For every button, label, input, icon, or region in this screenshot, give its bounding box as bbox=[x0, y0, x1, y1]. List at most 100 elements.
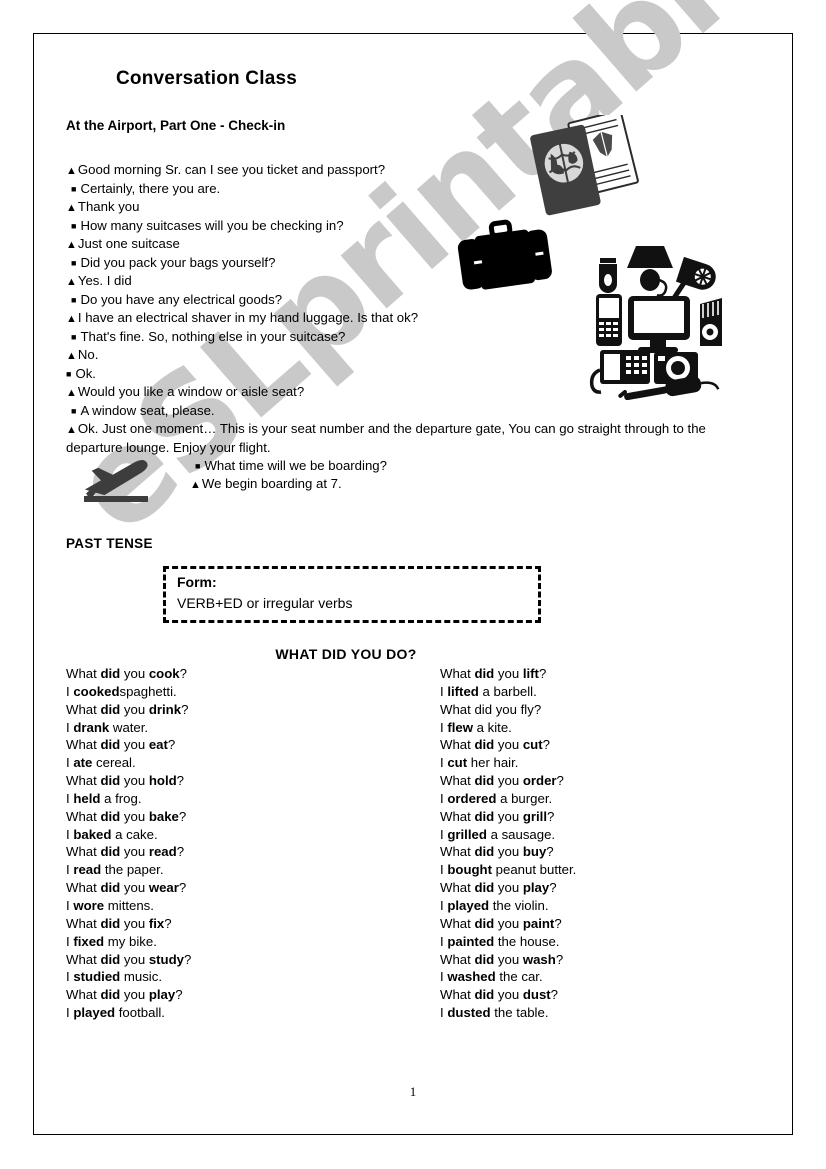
verb-emphasis: buy bbox=[522, 844, 547, 860]
airplane-takeoff-clipart bbox=[72, 450, 172, 505]
dialogue-line: ■ Certainly, there you are. bbox=[66, 180, 736, 198]
verb-text: ? bbox=[181, 701, 189, 717]
verb-line: I fixed my bike. bbox=[66, 933, 426, 951]
verb-emphasis: did bbox=[100, 737, 121, 753]
verb-line: What did you grill? bbox=[440, 808, 800, 826]
verb-line: What did you order? bbox=[440, 772, 800, 790]
verb-text: ? bbox=[550, 987, 559, 1003]
verb-emphasis: cook bbox=[148, 666, 180, 681]
dialogue-line: ■ Do you have any electrical goods? bbox=[66, 291, 736, 309]
verb-text: you bbox=[120, 701, 149, 717]
verb-emphasis: did bbox=[474, 915, 495, 931]
verb-line: What did you cook? bbox=[66, 665, 426, 683]
page-title: Conversation Class bbox=[116, 68, 297, 89]
verb-emphasis: flew bbox=[447, 719, 473, 735]
dialogue-line: ▲Just one suitcase bbox=[66, 235, 736, 254]
boarding-line-text: What time will we be boarding? bbox=[204, 458, 387, 473]
verb-line: What did you play? bbox=[440, 879, 800, 897]
verb-emphasis: studied bbox=[73, 969, 121, 985]
dialogue-line-text: No. bbox=[77, 347, 99, 362]
verb-text: ? bbox=[184, 951, 192, 967]
verb-text: ? bbox=[164, 915, 172, 931]
verb-text: What bbox=[440, 880, 475, 896]
triangle-bullet-icon: ▲ bbox=[66, 276, 77, 288]
boarding-line: ▲We begin boarding at 7. bbox=[190, 475, 387, 494]
verb-text: football. bbox=[115, 1005, 165, 1021]
dialogue-line: ▲Yes. I did bbox=[66, 272, 736, 291]
verb-text: you bbox=[494, 915, 523, 931]
verb-emphasis: ordered bbox=[447, 790, 497, 806]
verb-text: a cake. bbox=[111, 826, 158, 842]
dialogue-line-text: How many suitcases will you be checking … bbox=[80, 218, 344, 233]
verb-text: What bbox=[66, 808, 101, 824]
verb-text: What bbox=[66, 987, 101, 1003]
verb-emphasis: did bbox=[474, 987, 495, 1003]
verb-emphasis: played bbox=[447, 897, 490, 913]
square-bullet-icon: ■ bbox=[66, 369, 72, 379]
triangle-bullet-icon: ▲ bbox=[66, 202, 77, 214]
verb-line: I painted the house. bbox=[440, 933, 800, 951]
boarding-line-text: We begin boarding at 7. bbox=[201, 476, 342, 491]
dialogue-line: ▲Would you like a window or aisle seat? bbox=[66, 383, 736, 402]
verb-text: mittens. bbox=[104, 897, 154, 913]
worksheet-page: eSLprintables.com Conversation Class At … bbox=[0, 0, 826, 1169]
verb-text: What bbox=[66, 666, 101, 681]
dialogue-line-text: Good morning Sr. can I see you ticket an… bbox=[77, 162, 386, 177]
verb-line: I held a frog. bbox=[66, 790, 426, 808]
verb-emphasis: dust bbox=[522, 987, 551, 1003]
verb-emphasis: bought bbox=[447, 862, 492, 878]
verb-list-left-column: What did you cook? I cookedspaghetti. What… bbox=[66, 665, 426, 1022]
page-number: 1 bbox=[409, 1084, 417, 1099]
verb-emphasis: wore bbox=[73, 897, 105, 913]
dialogue-line-text: Yes. I did bbox=[77, 273, 132, 288]
dialogue-line-text: Certainly, there you are. bbox=[80, 181, 221, 196]
verb-emphasis: cooked bbox=[73, 683, 120, 699]
verb-text: you bbox=[494, 844, 523, 860]
square-bullet-icon: ■ bbox=[71, 406, 77, 416]
boarding-dialogue-block: ■ What time will we be boarding? ▲We begin… bbox=[190, 457, 387, 494]
section-subtitle: At the Airport, Part One - Check-in bbox=[66, 118, 286, 133]
verb-emphasis: did bbox=[100, 844, 121, 860]
verb-text: ? bbox=[546, 844, 554, 860]
verb-line: I ordered a burger. bbox=[440, 790, 800, 808]
triangle-bullet-icon: ▲ bbox=[66, 350, 77, 362]
verb-text: ? bbox=[554, 915, 562, 931]
verb-text: you bbox=[120, 880, 149, 896]
dialogue-line-text: Ok. bbox=[75, 366, 96, 381]
verb-line: What did you wear? bbox=[66, 879, 426, 897]
verb-text: the car. bbox=[495, 969, 543, 985]
verb-text: What bbox=[440, 808, 475, 824]
verb-emphasis: did bbox=[100, 951, 121, 967]
verb-emphasis: ate bbox=[73, 755, 93, 771]
square-bullet-icon: ■ bbox=[71, 258, 77, 268]
verb-line: I cookedspaghetti. bbox=[66, 683, 426, 701]
dialogue-line: ■ That's fine. So, nothing else in your s… bbox=[66, 328, 736, 346]
verb-text: you bbox=[494, 951, 523, 967]
verb-emphasis: did bbox=[100, 701, 121, 717]
verb-text: What bbox=[66, 951, 101, 967]
verb-text: ? bbox=[538, 666, 547, 681]
exercise-heading: WHAT DID YOU DO? bbox=[275, 646, 417, 662]
dialogue-line: ▲Good morning Sr. can I see you ticket a… bbox=[66, 161, 736, 180]
verb-emphasis: lifted bbox=[447, 683, 479, 699]
verb-line: I read the paper. bbox=[66, 861, 426, 879]
square-bullet-icon: ■ bbox=[195, 461, 201, 471]
verb-text: ? bbox=[556, 773, 564, 789]
verb-text: spaghetti. bbox=[119, 683, 177, 699]
verb-emphasis: did bbox=[474, 951, 495, 967]
verb-line: I cut her hair. bbox=[440, 754, 800, 772]
verb-emphasis: fix bbox=[148, 915, 165, 931]
verb-text: you bbox=[120, 666, 149, 681]
verb-emphasis: grilled bbox=[447, 826, 487, 842]
verb-emphasis: drank bbox=[73, 719, 110, 735]
verb-emphasis: did bbox=[100, 666, 121, 681]
verb-text: a kite. bbox=[472, 719, 512, 735]
boarding-line: ■ What time will we be boarding? bbox=[190, 457, 387, 475]
verb-line: What did you fly? bbox=[440, 701, 800, 719]
verb-emphasis: eat bbox=[148, 737, 168, 753]
verb-text: you bbox=[120, 737, 149, 753]
verb-text: water. bbox=[109, 719, 149, 735]
verb-emphasis: baked bbox=[73, 826, 112, 842]
form-box: Form: VERB+ED or irregular verbs bbox=[163, 566, 541, 623]
verb-line: What did you eat? bbox=[66, 736, 426, 754]
